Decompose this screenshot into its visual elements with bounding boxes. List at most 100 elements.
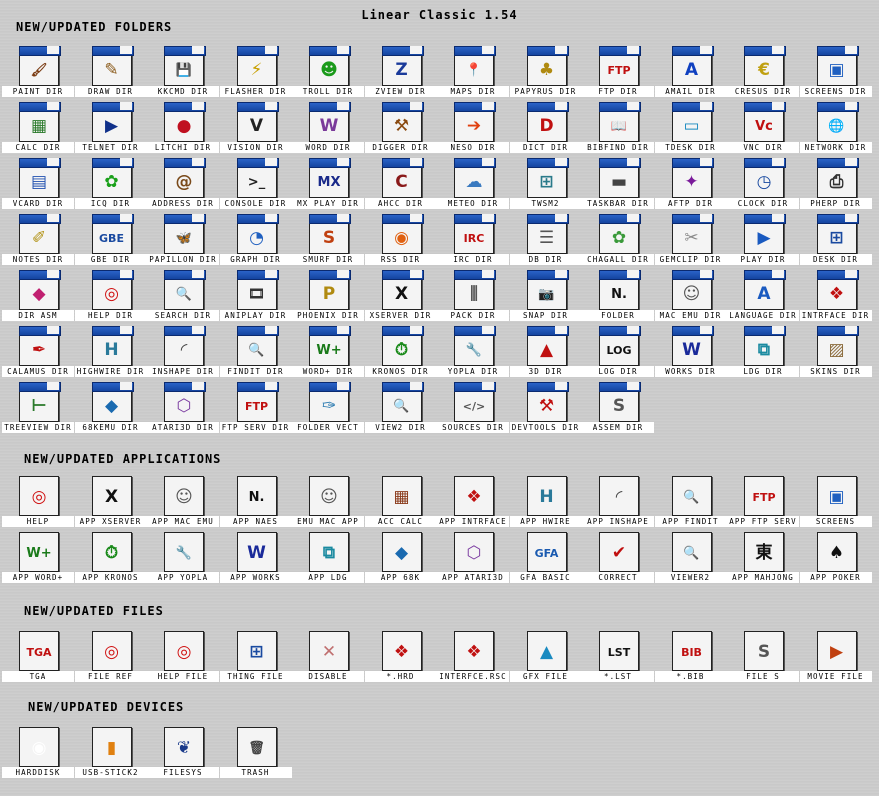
desktop-icon-item[interactable]: ▶ PLAY DIR [727,214,799,270]
desktop-icon-item[interactable]: ⬡ APP ATARI3D [437,532,509,588]
hrd-file-icon[interactable]: ❖ [381,631,422,671]
desktop-icon-item[interactable]: ⚡ FLASHER DIR [219,46,292,102]
mahjong-tile-icon[interactable]: 東 [744,532,784,572]
highwire-icon[interactable]: H [526,476,567,516]
usb-stick-icon[interactable]: ▮ [91,727,132,767]
butterfly-icon[interactable]: 🦋 [164,214,206,254]
desktop-icon-item[interactable]: ❖ APP INTRFACE [437,476,509,532]
spreadsheet-icon[interactable]: ▦ [19,102,61,142]
desktop-icon-item[interactable]: ☺ APP MAC EMU [147,476,219,532]
cube-icon[interactable]: ⬡ [454,532,494,572]
highwire-icon[interactable]: H [91,326,134,366]
desktop-icon-item[interactable]: ✑ FOLDER VECT [292,382,364,438]
desktop-icon-item[interactable]: 🖌 PAINT DIR [2,46,74,102]
desktop-icon-item[interactable]: ☰ DB DIR [509,214,582,270]
desktop-icon-item[interactable]: W WORKS DIR [654,326,727,382]
desktop-icon-item[interactable]: ◎ HELP FILE [147,631,219,687]
desktop-icon-item[interactable]: 🌐 NETWORK DIR [799,102,872,158]
desktop-icon-item[interactable]: ◉ HARDDISK [2,727,74,783]
desktop-icon-item[interactable]: P PHOENIX DIR [292,270,364,326]
desktop-icon-item[interactable]: ▮ USB-STICK2 [74,727,147,783]
mxplay-icon[interactable]: MX [309,158,351,198]
desktop-icon-item[interactable]: ✂ GEMCLIP DIR [654,214,727,270]
desktop-icon-item[interactable]: ◆ 68KEMU DIR [74,382,147,438]
desktop-icon-item[interactable]: W+ APP WORD+ [2,532,74,588]
database-icon[interactable]: ☰ [526,214,569,254]
litchi-fruit-icon[interactable]: ● [164,102,206,142]
desktop-icon-item[interactable]: 🔍 VIEWER2 [654,532,727,588]
notes-icon[interactable]: ✐ [19,214,61,254]
log-icon[interactable]: LOG [599,326,641,366]
desktop-icon-item[interactable]: 東 APP MAHJONG [727,532,799,588]
desktop-icon-item[interactable]: S FILE S [727,631,799,687]
works-icon[interactable]: W [236,532,277,572]
irc-icon[interactable]: IRC [454,214,496,254]
desktop-icon-item[interactable]: Vc VNC DIR [727,102,799,158]
stopwatch-icon[interactable]: ⏱ [381,326,424,366]
chagall-icon[interactable]: ✿ [599,214,641,254]
desktop-icon-item[interactable]: V VISION DIR [219,102,292,158]
desktop-icon-item[interactable]: ◜ APP INSHAPE [582,476,654,532]
desktop-icon-item[interactable]: ▶ TELNET DIR [74,102,147,158]
camera-icon[interactable]: 📷 [526,270,569,310]
wordplus-icon[interactable]: W+ [309,326,351,366]
inshape-icon[interactable]: ◜ [599,476,639,516]
desktop-icon-item[interactable]: X XSERVER DIR [364,270,437,326]
console-icon[interactable]: >_ [236,158,279,198]
desktop-icon-item[interactable]: </> SOURCES DIR [437,382,509,438]
desktop-icon-item[interactable]: ⚒ DEVTOOLS DIR [509,382,582,438]
desktop-icon-item[interactable]: ◉ RSS DIR [364,214,437,270]
harddisk-icon[interactable]: ◉ [19,727,59,767]
desktop-icon-item[interactable]: 📷 SNAP DIR [509,270,582,326]
desktop-icon-item[interactable]: ▶ MOVIE FILE [799,631,872,687]
lifebuoy-icon[interactable]: ◎ [164,631,204,671]
desktop-icon-item[interactable]: 📍 MAPS DIR [437,46,509,102]
desktop-icon-item[interactable]: FTP APP FTP SERV [727,476,799,532]
address-book-icon[interactable]: @ [164,158,206,198]
tga-image-icon[interactable]: TGA [19,631,59,671]
desktop-icon-item[interactable]: 🔧 YOPLA DIR [437,326,509,382]
naes-icon[interactable]: N. [236,476,277,516]
desktop-icon-item[interactable]: ☁ METEO DIR [437,158,509,214]
desktop-icon-item[interactable]: ☺ MAC EMU DIR [654,270,727,326]
desktop-icon-item[interactable]: X APP XSERVER [74,476,147,532]
magnifier-icon[interactable]: 🔍 [164,270,206,310]
desktop-icon-item[interactable]: ◎ HELP DIR [74,270,147,326]
desktop-icon-item[interactable]: S ASSEM DIR [582,382,654,438]
desktop-icon-item[interactable]: ✐ NOTES DIR [2,214,74,270]
desktop-icon-item[interactable]: ♣ PAPYRUS DIR [509,46,582,102]
play-icon[interactable]: ▶ [744,214,786,254]
troll-icon[interactable]: ☻ [309,46,351,86]
assem-icon[interactable]: S [599,382,641,422]
desktop-icon-item[interactable]: W APP WORKS [219,532,292,588]
code-icon[interactable]: </> [454,382,496,422]
thing-icon[interactable]: ⊞ [236,631,277,671]
ldg-puzzle-icon[interactable]: ⧉ [309,532,349,572]
rsc-file-icon[interactable]: ❖ [454,631,494,671]
desktop-icon-item[interactable]: ❖ INTRFACE DIR [799,270,872,326]
lifebuoy-icon[interactable]: ◎ [19,476,59,516]
desktop-icon-item[interactable]: ⏱ KRONOS DIR [364,326,437,382]
book-search-icon[interactable]: 📖 [599,102,641,142]
ftp-icon[interactable]: FTP [599,46,641,86]
trash-can-icon[interactable]: 🗑 [236,727,277,767]
68k-chip-icon[interactable]: ◆ [91,382,134,422]
desktop-icon-item[interactable]: ⎙ PHERP DIR [799,158,872,214]
desktop-icon-item[interactable]: ♠ APP POKER [799,532,872,588]
desktop-icon-item[interactable]: ⧉ APP LDG [292,532,364,588]
desktop-icon-item[interactable]: BIB *.BIB [654,631,727,687]
floppy-disk-icon[interactable]: 💾 [164,46,206,86]
desktop-icon-item[interactable]: ⧉ LDG DIR [727,326,799,382]
desktop-icon-item[interactable]: 🔍 SEARCH DIR [147,270,219,326]
wrench-icon[interactable]: 🔧 [164,532,204,572]
smurf-icon[interactable]: S [309,214,351,254]
clock-icon[interactable]: ◷ [744,158,786,198]
desktop-icon-item[interactable]: ➔ NESO DIR [437,102,509,158]
find-icon[interactable]: 🔍 [671,476,712,516]
phoenix-icon[interactable]: P [309,270,351,310]
desktop-icon-item[interactable]: LST *.LST [582,631,654,687]
bib-file-icon[interactable]: BIB [671,631,712,671]
x-server-icon[interactable]: X [91,476,132,516]
desktop-icon-item[interactable]: 💾 KKCMD DIR [147,46,219,102]
desktop-icon-item[interactable]: A LANGUAGE DIR [727,270,799,326]
